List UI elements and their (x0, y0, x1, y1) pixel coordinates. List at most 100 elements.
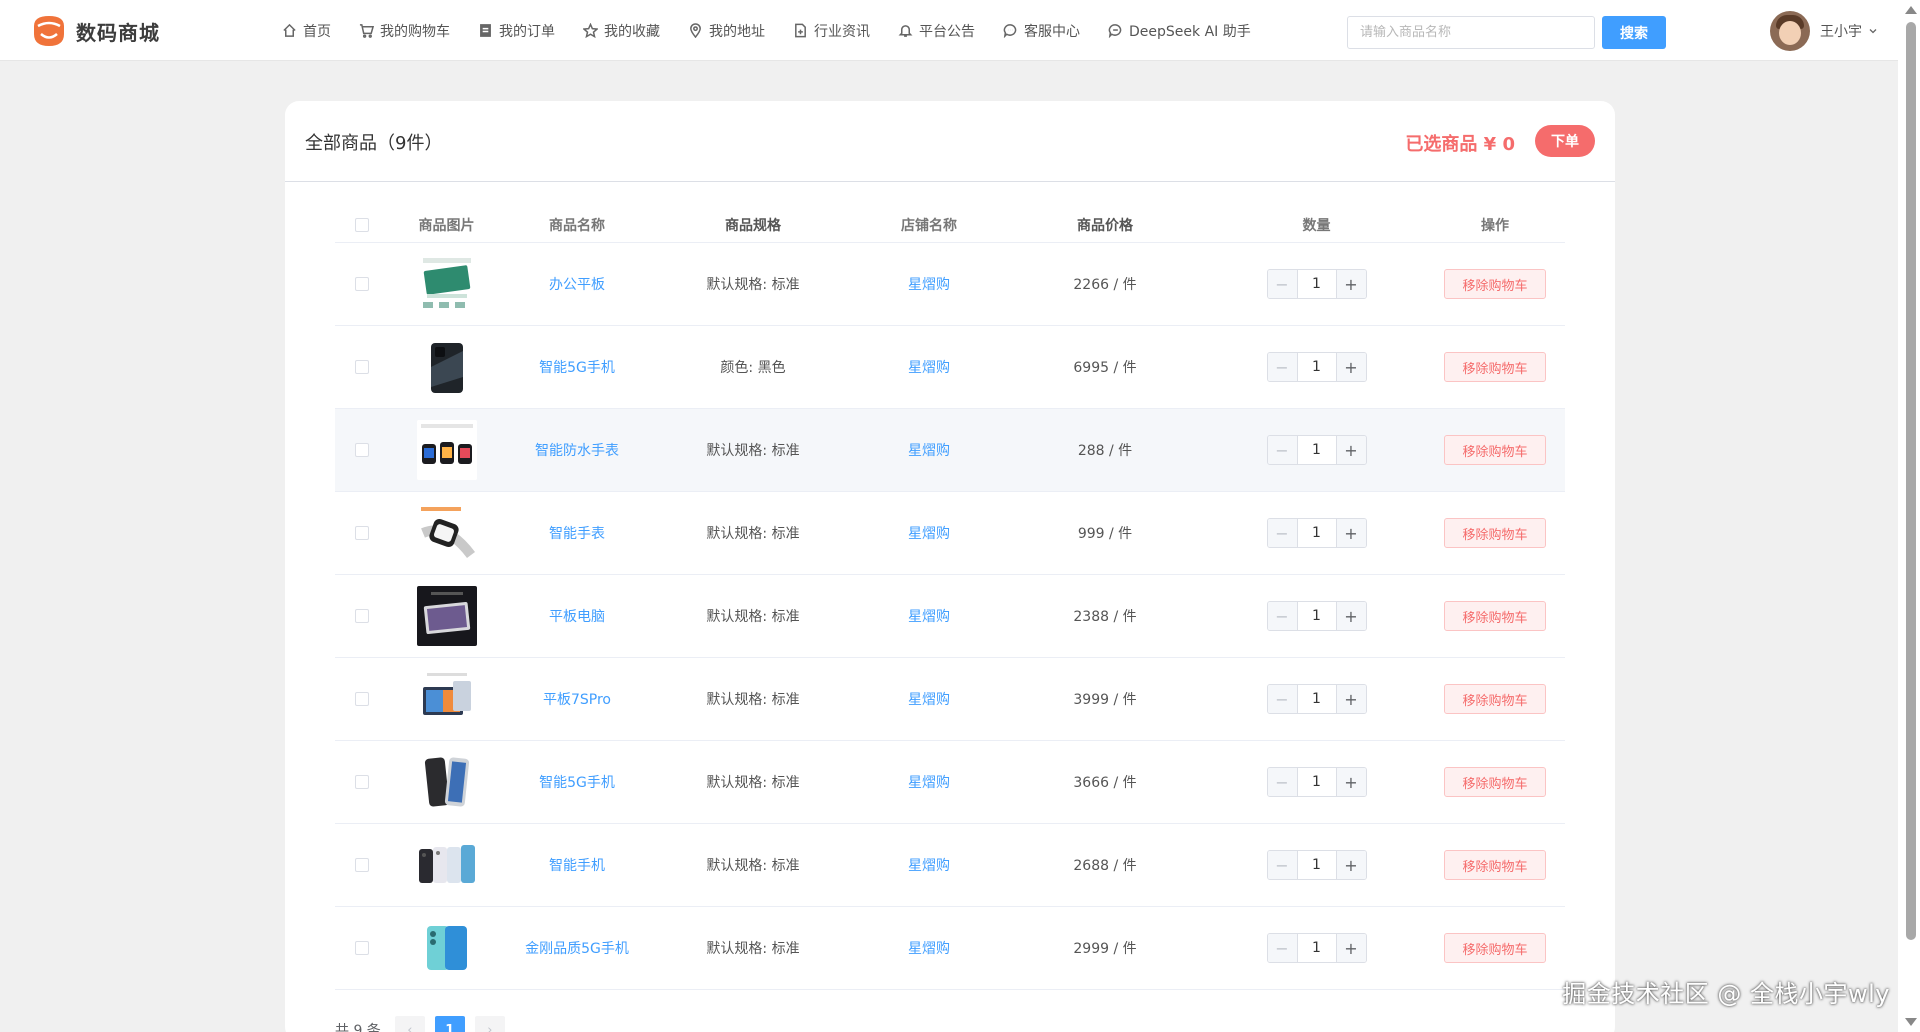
product-image[interactable] (416, 669, 477, 729)
quantity-input[interactable]: 1 (1297, 353, 1336, 381)
top-header: 数码商城 首页 我的购物车 我的订单 我的收藏 我的地址 行业资讯 平台公告 客… (0, 0, 1898, 61)
product-price: 2688 / 件 (1073, 858, 1137, 874)
product-price: 6995 / 件 (1073, 360, 1137, 376)
nav-cart[interactable]: 我的购物车 (359, 0, 450, 61)
decrease-quantity-button[interactable]: − (1267, 851, 1298, 879)
increase-quantity-button[interactable]: + (1335, 436, 1366, 464)
page-number-button[interactable]: 1 (434, 1016, 465, 1032)
product-name-link[interactable]: 办公平板 (504, 274, 650, 294)
shop-name-link[interactable]: 星熠购 (856, 274, 1002, 294)
increase-quantity-button[interactable]: + (1335, 768, 1366, 796)
quantity-input[interactable]: 1 (1297, 270, 1336, 298)
increase-quantity-button[interactable]: + (1335, 353, 1366, 381)
remove-from-cart-button[interactable]: 移除购物车 (1444, 269, 1546, 299)
search-input[interactable] (1347, 16, 1595, 49)
row-checkbox[interactable] (355, 775, 369, 789)
increase-quantity-button[interactable]: + (1335, 519, 1366, 547)
quantity-input[interactable]: 1 (1297, 602, 1336, 630)
product-image[interactable] (416, 337, 477, 397)
quantity-input[interactable]: 1 (1297, 685, 1336, 713)
decrease-quantity-button[interactable]: − (1267, 934, 1298, 962)
increase-quantity-button[interactable]: + (1335, 270, 1366, 298)
shop-name-link[interactable]: 星熠购 (856, 523, 1002, 543)
decrease-quantity-button[interactable]: − (1267, 602, 1298, 630)
increase-quantity-button[interactable]: + (1335, 934, 1366, 962)
row-checkbox[interactable] (355, 609, 369, 623)
product-name-link[interactable]: 智能5G手机 (504, 357, 650, 377)
product-image[interactable] (416, 835, 477, 895)
scroll-down-arrow-icon[interactable] (1905, 1018, 1917, 1026)
nav-ai-assistant[interactable]: DeepSeek AI 助手 (1108, 0, 1251, 61)
prev-page-button[interactable]: ‹ (394, 1016, 425, 1032)
decrease-quantity-button[interactable]: − (1267, 270, 1298, 298)
product-name-link[interactable]: 智能手机 (504, 855, 650, 875)
remove-from-cart-button[interactable]: 移除购物车 (1444, 767, 1546, 797)
scroll-up-arrow-icon[interactable] (1905, 6, 1917, 14)
decrease-quantity-button[interactable]: − (1267, 768, 1298, 796)
avatar[interactable] (1770, 11, 1810, 51)
quantity-input[interactable]: 1 (1297, 851, 1336, 879)
product-name-link[interactable]: 平板电脑 (504, 606, 650, 626)
remove-from-cart-button[interactable]: 移除购物车 (1444, 352, 1546, 382)
nav-address[interactable]: 我的地址 (688, 0, 765, 61)
product-image[interactable] (416, 254, 477, 314)
search-button[interactable]: 搜索 (1602, 16, 1666, 49)
product-image[interactable] (416, 586, 477, 646)
decrease-quantity-button[interactable]: − (1267, 685, 1298, 713)
user-menu[interactable]: 王小宇 (1770, 11, 1878, 51)
row-checkbox[interactable] (355, 692, 369, 706)
shop-name-link[interactable]: 星熠购 (856, 606, 1002, 626)
shop-name-link[interactable]: 星熠购 (856, 938, 1002, 958)
location-icon (690, 23, 701, 38)
product-image[interactable] (416, 420, 477, 480)
product-name-link[interactable]: 平板7SPro (504, 689, 650, 709)
decrease-quantity-button[interactable]: − (1267, 353, 1298, 381)
nav-favorites[interactable]: 我的收藏 (583, 0, 660, 61)
remove-from-cart-button[interactable]: 移除购物车 (1444, 684, 1546, 714)
nav-service[interactable]: 客服中心 (1003, 0, 1080, 61)
remove-from-cart-button[interactable]: 移除购物车 (1444, 518, 1546, 548)
row-checkbox[interactable] (355, 443, 369, 457)
row-checkbox[interactable] (355, 360, 369, 374)
nav-home[interactable]: 首页 (282, 0, 331, 61)
remove-from-cart-button[interactable]: 移除购物车 (1444, 850, 1546, 880)
quantity-input[interactable]: 1 (1297, 768, 1336, 796)
logo[interactable]: 数码商城 (30, 12, 160, 50)
increase-quantity-button[interactable]: + (1335, 851, 1366, 879)
quantity-input[interactable]: 1 (1297, 934, 1336, 962)
decrease-quantity-button[interactable]: − (1267, 519, 1298, 547)
row-checkbox[interactable] (355, 858, 369, 872)
select-all-checkbox[interactable] (355, 217, 369, 232)
product-image[interactable] (416, 918, 477, 978)
shop-name-link[interactable]: 星熠购 (856, 357, 1002, 377)
nav-news[interactable]: 行业资讯 (793, 0, 870, 61)
decrease-quantity-button[interactable]: − (1267, 436, 1298, 464)
product-image[interactable] (416, 503, 477, 563)
shop-name-link[interactable]: 星熠购 (856, 855, 1002, 875)
remove-from-cart-button[interactable]: 移除购物车 (1444, 933, 1546, 963)
product-name-link[interactable]: 智能手表 (504, 523, 650, 543)
product-name-link[interactable]: 智能防水手表 (504, 440, 650, 460)
remove-from-cart-button[interactable]: 移除购物车 (1444, 601, 1546, 631)
increase-quantity-button[interactable]: + (1335, 602, 1366, 630)
next-page-button[interactable]: › (474, 1016, 505, 1032)
product-image[interactable] (416, 752, 477, 812)
nav-announcements[interactable]: 平台公告 (898, 0, 975, 61)
shop-name-link[interactable]: 星熠购 (856, 440, 1002, 460)
nav-orders[interactable]: 我的订单 (478, 0, 555, 61)
quantity-input[interactable]: 1 (1297, 519, 1336, 547)
row-checkbox[interactable] (355, 526, 369, 540)
increase-quantity-button[interactable]: + (1335, 685, 1366, 713)
product-name-link[interactable]: 智能5G手机 (504, 772, 650, 792)
shop-name-link[interactable]: 星熠购 (856, 772, 1002, 792)
product-name-link[interactable]: 金刚品质5G手机 (504, 938, 650, 958)
row-checkbox[interactable] (355, 277, 369, 291)
scrollbar-thumb[interactable] (1906, 22, 1916, 940)
remove-from-cart-button[interactable]: 移除购物车 (1444, 435, 1546, 465)
row-checkbox[interactable] (355, 941, 369, 955)
quantity-input[interactable]: 1 (1297, 436, 1336, 464)
shop-name-link[interactable]: 星熠购 (856, 689, 1002, 709)
product-spec: 默认规格: 标准 (706, 775, 800, 791)
place-order-button[interactable]: 下单 (1535, 125, 1595, 157)
table-row: 智能手机 默认规格: 标准 星熠购 2688 / 件 − 1 + 移除购物车 (335, 824, 1565, 907)
